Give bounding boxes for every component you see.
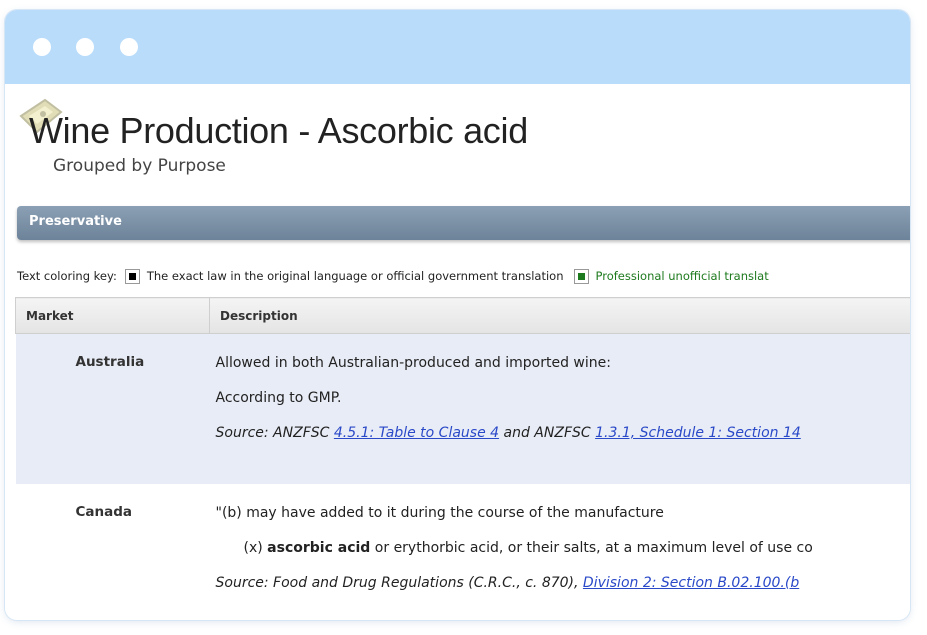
close-dot[interactable] xyxy=(33,38,51,56)
column-header-market[interactable]: Market xyxy=(15,297,210,334)
description-line: "(b) may have added to it during the cou… xyxy=(215,504,664,521)
table-row: Canada "(b) may have added to it during … xyxy=(15,483,911,620)
source-prefix: Source: ANZFSC xyxy=(215,425,334,441)
description-line: Allowed in both Australian-produced and … xyxy=(215,355,611,371)
source-link[interactable]: 1.3.1, Schedule 1: Section 14 xyxy=(595,425,801,441)
highlighted-term: ascorbic acid xyxy=(267,539,371,556)
description-suffix: or erythorbic acid, or their salts, at a… xyxy=(370,539,813,556)
page-title: Wine Production - Ascorbic acid xyxy=(29,110,528,151)
regulations-table: Market Description Australia Allowed in … xyxy=(15,297,910,620)
key-label: Text coloring key: xyxy=(17,269,117,283)
list-prefix: (x) xyxy=(243,539,268,556)
window-titlebar xyxy=(5,10,910,84)
description-line: (x) ascorbic acid or erythorbic acid, or… xyxy=(216,537,911,572)
browser-window: Wine Production - Ascorbic acid Grouped … xyxy=(5,10,910,620)
source-link[interactable]: Division 2: Section B.02.100.(b xyxy=(583,575,799,591)
green-swatch-icon xyxy=(573,268,589,284)
text-coloring-key: Text coloring key: The exact law in the … xyxy=(17,266,769,286)
source-prefix: Source: Food and Drug Regulations (C.R.C… xyxy=(215,574,583,591)
zoom-dot[interactable] xyxy=(120,38,138,56)
black-swatch-icon xyxy=(124,268,140,284)
source-link[interactable]: 4.5.1: Table to Clause 4 xyxy=(334,425,499,441)
minimize-dot[interactable] xyxy=(76,38,94,56)
page-subtitle: Grouped by Purpose xyxy=(53,156,226,176)
source-line: Source: Food and Drug Regulations (C.R.C… xyxy=(216,572,911,607)
description-cell: Allowed in both Australian-produced and … xyxy=(209,333,911,484)
section-header-bar: Preservative xyxy=(17,206,910,240)
page-content: Wine Production - Ascorbic acid Grouped … xyxy=(5,84,910,620)
market-cell: Australia xyxy=(15,333,210,484)
source-mid: and ANZFSC xyxy=(499,425,596,441)
column-header-description[interactable]: Description xyxy=(209,297,910,334)
market-cell: Canada xyxy=(15,483,210,620)
source-line: Source: ANZFSC 4.5.1: Table to Clause 4 … xyxy=(216,422,911,457)
table-row: Australia Allowed in both Australian-pro… xyxy=(15,333,911,484)
description-cell: "(b) may have added to it during the cou… xyxy=(209,483,911,620)
section-title: Preservative xyxy=(29,214,122,229)
key-unofficial-text: Professional unofficial translat xyxy=(595,269,769,283)
key-exact-text: The exact law in the original language o… xyxy=(146,269,564,283)
description-line: According to GMP. xyxy=(215,390,342,406)
